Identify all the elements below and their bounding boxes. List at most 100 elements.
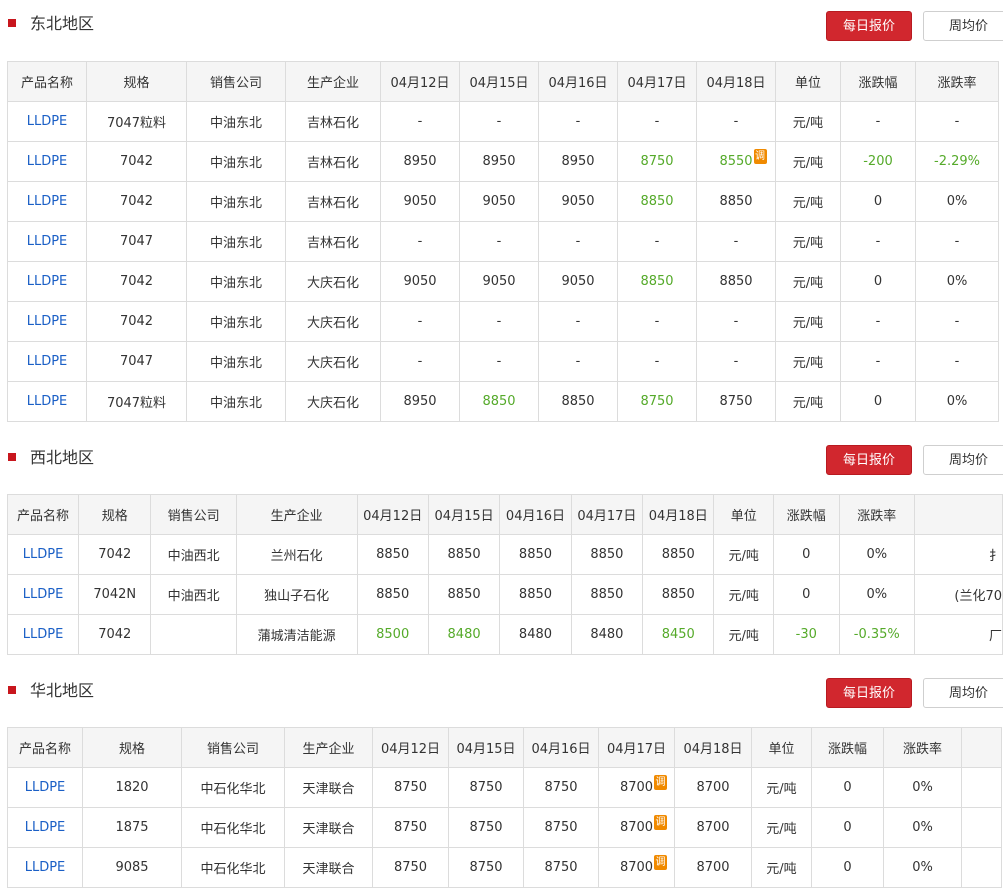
price-0418-cell: 8850 bbox=[642, 534, 715, 575]
unit-cell: 元/吨 bbox=[775, 101, 841, 142]
table-row: LLDPE 1820 中石化华北 天津联合 8750 8750 8750 8700 调 8700 元… bbox=[7, 767, 1002, 808]
daily-quote-button[interactable]: 每日报价 bbox=[826, 445, 912, 475]
daily-quote-button[interactable]: 每日报价 bbox=[826, 11, 912, 41]
column-header: 04月16日 bbox=[499, 494, 572, 535]
daily-quote-button[interactable]: 每日报价 bbox=[826, 678, 912, 708]
sales-company-cell: 中石化华北 bbox=[181, 767, 285, 808]
price-0417-cell: - bbox=[617, 101, 697, 142]
column-header: 04月17日 bbox=[617, 61, 697, 102]
column-header: 涨跌幅 bbox=[811, 727, 884, 768]
column-header: 生产企业 bbox=[235, 494, 358, 535]
change-cell: 0 bbox=[772, 574, 840, 615]
column-header: 销售公司 bbox=[150, 494, 237, 535]
price-0418-cell: 8700 bbox=[674, 767, 752, 808]
price-text: 8550 bbox=[719, 154, 753, 169]
column-header: 生产企业 bbox=[285, 61, 381, 102]
spec-cell: 7042 bbox=[86, 181, 187, 222]
section-header: 西北地区 每日报价 周均价 bbox=[0, 445, 1003, 475]
product-name-cell[interactable]: LLDPE bbox=[7, 301, 87, 342]
change-cell: -200 bbox=[840, 141, 916, 182]
price-0417-cell: 8700 调 bbox=[598, 847, 675, 888]
product-name-cell[interactable]: LLDPE bbox=[7, 381, 87, 422]
product-name-cell[interactable]: LLDPE bbox=[7, 261, 87, 302]
table-header-row: 产品名称 规格 销售公司 生产企业 04月12日 04月15日 04月16日 04月17日 04… bbox=[7, 61, 999, 102]
spec-cell: 9085 bbox=[82, 847, 182, 888]
column-header: 规格 bbox=[78, 494, 152, 535]
column-header: 产品名称 bbox=[7, 727, 83, 768]
section-marker-icon bbox=[8, 453, 16, 461]
product-name-cell[interactable]: LLDPE bbox=[6, 534, 80, 575]
producer-cell: 吉林石化 bbox=[285, 141, 381, 182]
change-cell: 0 bbox=[840, 181, 916, 222]
extra-cell: (兰化70 bbox=[914, 574, 1003, 615]
change-cell: 0 bbox=[811, 847, 884, 888]
producer-cell: 兰州石化 bbox=[235, 534, 358, 575]
product-name-cell[interactable]: LLDPE bbox=[7, 141, 87, 182]
producer-cell: 大庆石化 bbox=[285, 341, 381, 382]
weekly-avg-button[interactable]: 周均价 bbox=[923, 445, 1003, 475]
change-rate-cell: - bbox=[915, 301, 999, 342]
column-header: 04月18日 bbox=[696, 61, 776, 102]
price-0412-cell: 8850 bbox=[356, 534, 429, 575]
column-header: 04月15日 bbox=[427, 494, 501, 535]
column-header: 04月15日 bbox=[448, 727, 524, 768]
price-0416-cell: - bbox=[538, 221, 618, 262]
table-row: LLDPE 7042 中油东北 吉林石化 9050 9050 9050 8850 8850 元/吨… bbox=[7, 181, 999, 222]
sales-company-cell bbox=[150, 614, 237, 655]
section-header: 东北地区 每日报价 周均价 bbox=[0, 11, 1003, 41]
product-name-cell[interactable]: LLDPE bbox=[7, 341, 87, 382]
product-name-cell[interactable]: LLDPE bbox=[7, 767, 83, 808]
unit-cell: 元/吨 bbox=[751, 807, 812, 848]
price-0412-cell: - bbox=[380, 341, 460, 382]
weekly-avg-button[interactable]: 周均价 bbox=[923, 678, 1003, 708]
product-name-cell[interactable]: LLDPE bbox=[6, 614, 80, 655]
adjust-badge-icon: 调 bbox=[753, 149, 767, 164]
change-cell: -30 bbox=[772, 614, 840, 655]
price-0417-cell: 8700 调 bbox=[598, 807, 675, 848]
price-0418-cell: - bbox=[696, 301, 776, 342]
price-0418-cell: 8850 bbox=[696, 261, 776, 302]
change-cell: 0 bbox=[772, 534, 840, 575]
price-0412-cell: 8750 bbox=[372, 767, 449, 808]
price-0415-cell: - bbox=[459, 221, 539, 262]
unit-cell: 元/吨 bbox=[775, 301, 841, 342]
column-header: 涨跌幅 bbox=[840, 61, 916, 102]
product-name-cell[interactable]: LLDPE bbox=[6, 574, 80, 615]
unit-cell: 元/吨 bbox=[775, 261, 841, 302]
price-0412-cell: 8750 bbox=[372, 847, 449, 888]
unit-cell: 元/吨 bbox=[775, 141, 841, 182]
product-name-cell[interactable]: LLDPE bbox=[7, 807, 83, 848]
price-0417-cell: 8850 bbox=[617, 181, 697, 222]
spec-cell: 1875 bbox=[82, 807, 182, 848]
product-name-cell[interactable]: LLDPE bbox=[7, 181, 87, 222]
product-name-cell[interactable]: LLDPE bbox=[7, 101, 87, 142]
product-name-cell[interactable]: LLDPE bbox=[7, 221, 87, 262]
weekly-avg-button[interactable]: 周均价 bbox=[923, 11, 1003, 41]
column-header: 生产企业 bbox=[284, 727, 373, 768]
price-0416-cell: 8850 bbox=[499, 534, 572, 575]
section-title: 东北地区 bbox=[30, 14, 95, 33]
extra-cell bbox=[961, 767, 1002, 808]
change-cell: - bbox=[840, 341, 916, 382]
extra-cell: 厂 bbox=[914, 614, 1003, 655]
price-0415-cell: 8850 bbox=[427, 534, 501, 575]
price-0412-cell: 9050 bbox=[380, 261, 460, 302]
extra-cell bbox=[961, 847, 1002, 888]
price-0416-cell: 9050 bbox=[538, 181, 618, 222]
spec-cell: 1820 bbox=[82, 767, 182, 808]
product-name-cell[interactable]: LLDPE bbox=[7, 847, 83, 888]
table-header-row: 产品名称 规格 销售公司 生产企业 04月12日 04月15日 04月16日 04月17日 04… bbox=[7, 727, 1002, 768]
change-rate-cell: 0% bbox=[838, 574, 916, 615]
extra-cell: 扌 bbox=[914, 534, 1003, 575]
table-row: LLDPE 7042 中油东北 大庆石化 9050 9050 9050 8850 8850 元/吨… bbox=[7, 261, 999, 302]
column-header: 04月18日 bbox=[642, 494, 715, 535]
spec-cell: 7047 bbox=[86, 221, 187, 262]
price-0412-cell: 8500 bbox=[356, 614, 429, 655]
price-0416-cell: 8850 bbox=[538, 381, 618, 422]
adjust-badge-icon: 调 bbox=[654, 775, 668, 790]
table-row: LLDPE 7042N 中油西北 独山子石化 8850 8850 8850 8850 8850 元… bbox=[6, 574, 1003, 615]
unit-cell: 元/吨 bbox=[713, 614, 774, 655]
change-cell: 0 bbox=[840, 261, 916, 302]
price-0418-cell: 8700 bbox=[674, 807, 752, 848]
section-marker-icon bbox=[8, 19, 16, 27]
